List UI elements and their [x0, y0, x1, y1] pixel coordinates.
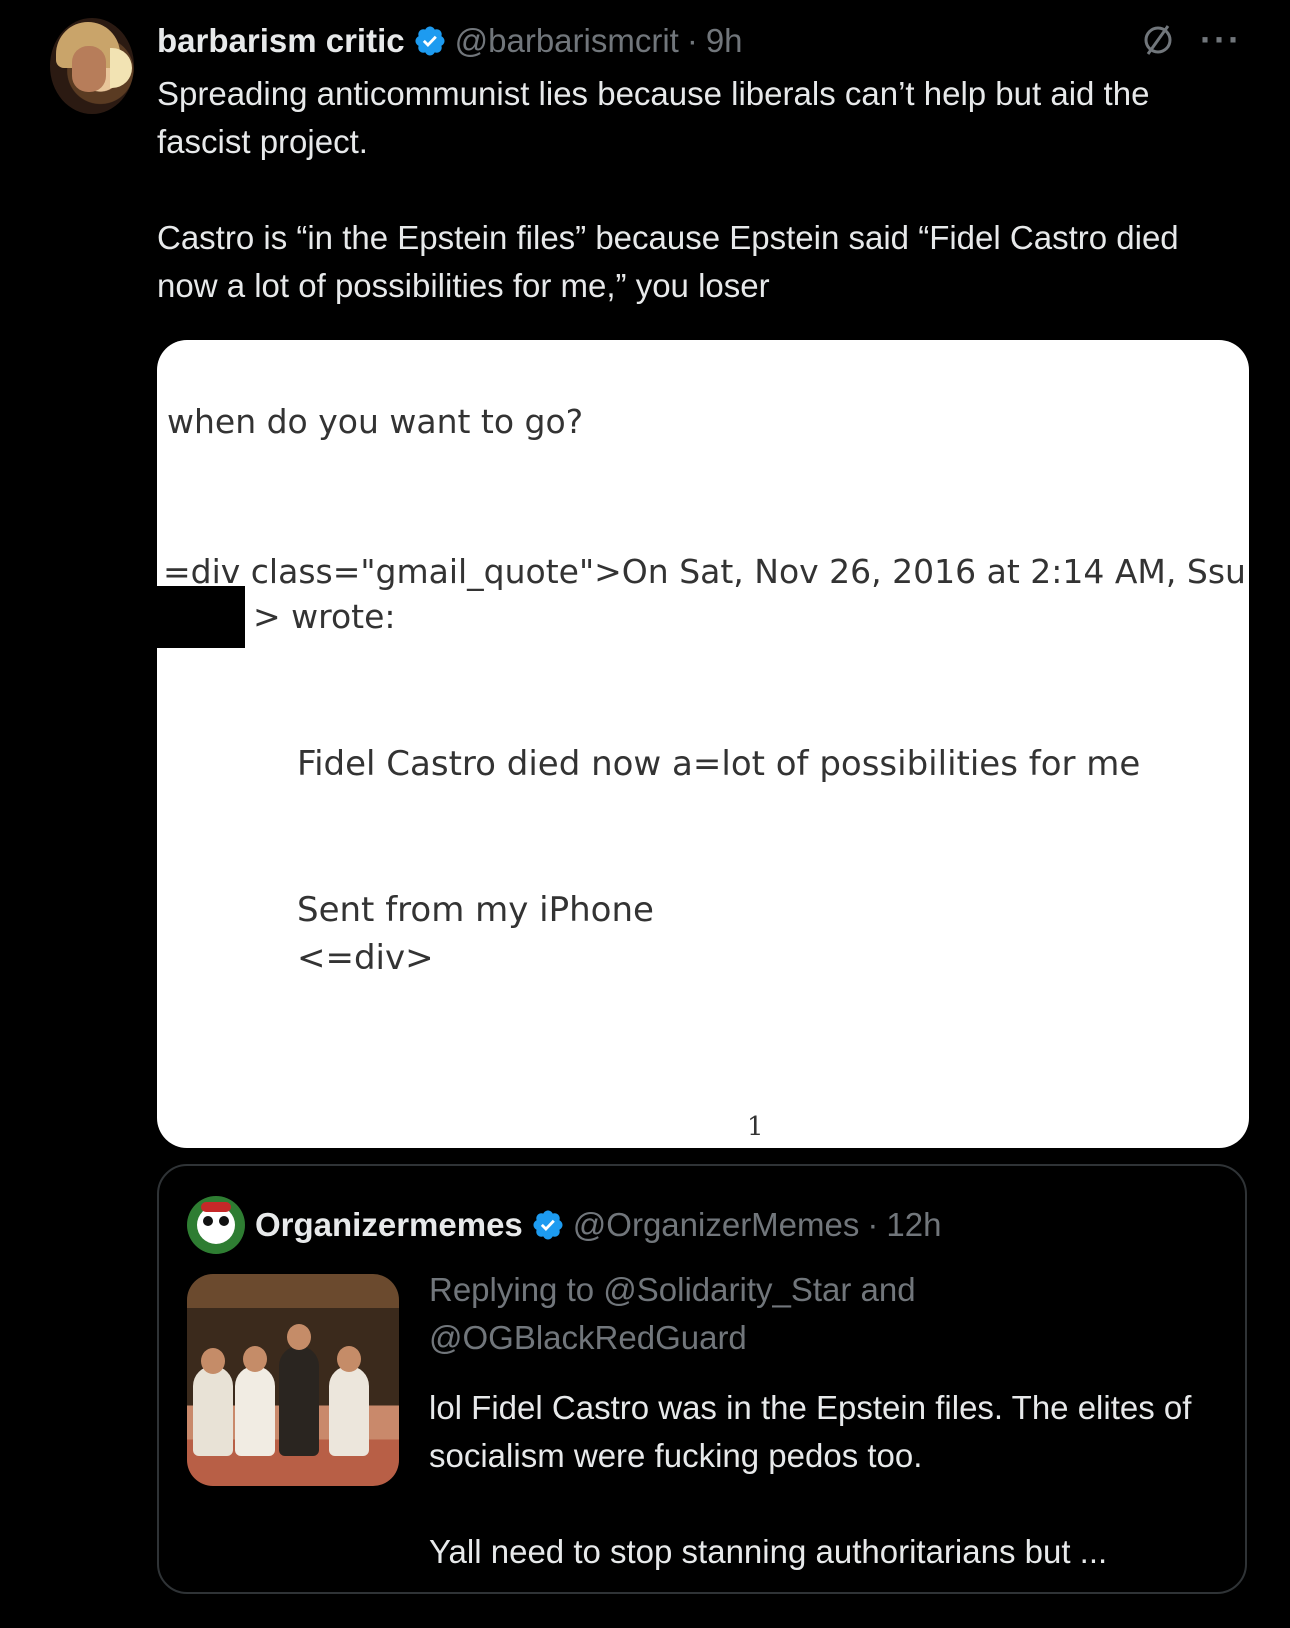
- separator-dot: ·: [686, 22, 698, 59]
- separator-dot: ·: [867, 1206, 879, 1243]
- redaction-box: [157, 586, 245, 648]
- tweet-paragraph: Spreading anticommunist lies because lib…: [157, 75, 1150, 160]
- tweet-paragraph: Castro is “in the Epstein files” because…: [157, 219, 1179, 304]
- tweet-body: Spreading anticommunist lies because lib…: [157, 70, 1227, 310]
- quoted-paragraph: Yall need to stop stanning authoritarian…: [429, 1533, 1108, 1570]
- tweet-actions: ···: [1138, 20, 1242, 60]
- quoted-timestamp[interactable]: 12h: [886, 1206, 941, 1244]
- user-handle[interactable]: @barbarismcrit: [455, 22, 679, 60]
- quoted-tweet-image[interactable]: [187, 1274, 399, 1486]
- quoted-user-handle[interactable]: @OrganizerMemes: [573, 1206, 860, 1244]
- timestamp[interactable]: 9h: [706, 22, 743, 60]
- verified-badge-icon: [415, 26, 445, 56]
- display-name[interactable]: barbarism critic: [157, 22, 405, 60]
- email-line: =div class="gmail_quote">On Sat, Nov 26,…: [163, 552, 1249, 591]
- email-line: Fidel Castro died now a=lot of possibili…: [297, 744, 1141, 784]
- quoted-user-avatar[interactable]: [187, 1196, 245, 1254]
- page-number: 1: [747, 1112, 764, 1142]
- email-line: when do you want to go?: [167, 402, 584, 441]
- tweet-image[interactable]: when do you want to go? =div class="gmai…: [157, 340, 1249, 1148]
- quoted-display-name[interactable]: Organizermemes: [255, 1206, 523, 1244]
- quoted-tweet-body: lol Fidel Castro was in the Epstein file…: [429, 1384, 1219, 1576]
- user-avatar[interactable]: [50, 18, 134, 114]
- quoted-tweet-header: Organizermemes @OrganizerMemes · 12h: [255, 1196, 941, 1254]
- email-line: Sent from my iPhone: [297, 890, 654, 930]
- tweet-header: barbarism critic @barbarismcrit · 9h: [157, 18, 1240, 64]
- email-line: > wrote:: [253, 597, 396, 636]
- verified-badge-icon: [533, 1210, 563, 1240]
- grok-icon[interactable]: [1138, 20, 1178, 60]
- more-icon[interactable]: ···: [1200, 22, 1242, 58]
- quoted-tweet[interactable]: Organizermemes @OrganizerMemes · 12h Rep…: [157, 1164, 1247, 1594]
- quoted-paragraph: lol Fidel Castro was in the Epstein file…: [429, 1389, 1192, 1474]
- replying-to: Replying to @Solidarity_Star and @OGBlac…: [429, 1271, 916, 1356]
- email-line: <=div>: [297, 938, 434, 978]
